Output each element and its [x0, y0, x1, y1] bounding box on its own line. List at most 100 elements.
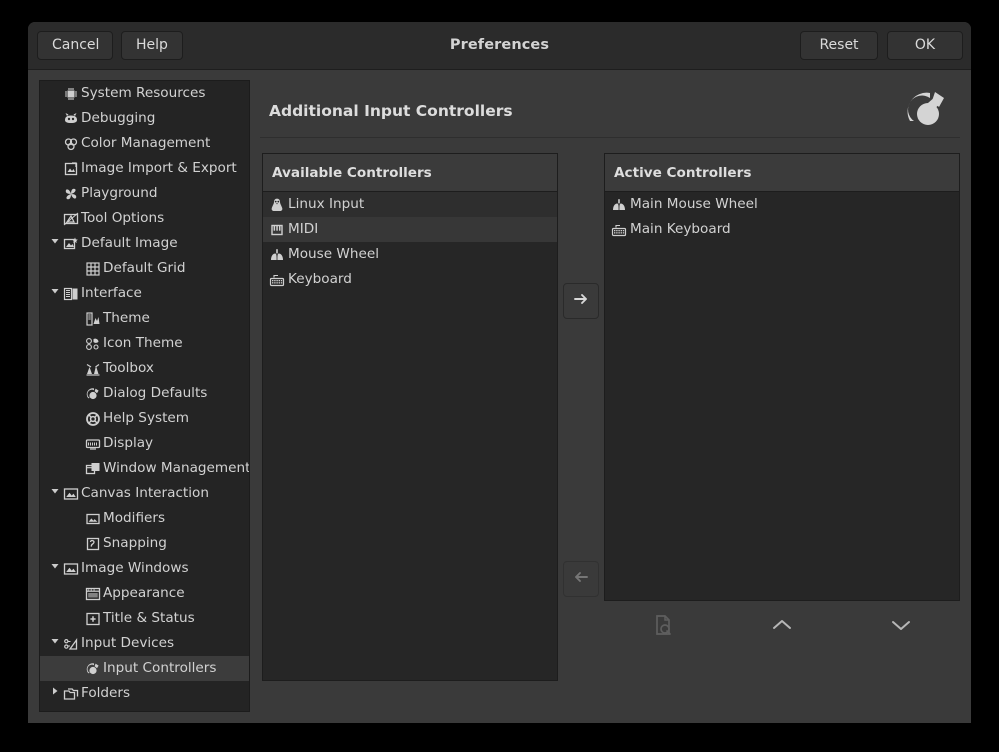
help-button[interactable]: Help [121, 31, 183, 60]
add-controller-button[interactable] [563, 283, 599, 319]
configure-document-icon[interactable] [604, 605, 723, 645]
arrow-left-icon [572, 568, 590, 590]
sidebar-item-label: Playground [81, 181, 249, 206]
sidebar-item-label: Image Import & Export [81, 156, 249, 181]
sidebar-item-image-windows[interactable]: Image Windows [40, 556, 249, 581]
list-item[interactable]: Main Keyboard [605, 217, 959, 242]
dialog-titlebar: Preferences Cancel Help Reset OK [28, 22, 971, 70]
chevron-down-icon[interactable] [48, 631, 62, 656]
list-item[interactable]: Linux Input [263, 192, 557, 217]
sidebar-item-input-controllers[interactable]: Input Controllers [40, 656, 249, 681]
modifiers-icon [84, 511, 101, 527]
arrow-right-icon [572, 290, 590, 312]
sidebar-item-label: Dialog Defaults [103, 381, 249, 406]
chevron-up-icon[interactable] [723, 605, 842, 645]
list-item-label: MIDI [288, 217, 318, 242]
grid-icon [84, 261, 101, 277]
available-controllers-panel: Available Controllers Linux InputMIDIMou… [262, 153, 558, 681]
list-item-label: Main Keyboard [630, 217, 731, 242]
sidebar-item-label: Icon Theme [103, 331, 249, 356]
list-item[interactable]: MIDI [263, 217, 557, 242]
sidebar-item-label: Toolbox [103, 356, 249, 381]
theme-icon [84, 311, 101, 327]
title-status-icon [84, 611, 101, 627]
list-item[interactable]: Keyboard [263, 267, 557, 292]
list-item-label: Keyboard [288, 267, 352, 292]
pinwheel-icon [62, 186, 79, 202]
bug-wilber-icon [62, 111, 79, 127]
sidebar-item-canvas-interaction[interactable]: Canvas Interaction [40, 481, 249, 506]
input-devices-icon [62, 636, 79, 652]
dial-knob-icon [84, 661, 101, 677]
sidebar-item-label: Image Windows [81, 556, 249, 581]
sidebar-item-help-system[interactable]: Help System [40, 406, 249, 431]
sidebar-item-playground[interactable]: Playground [40, 181, 249, 206]
sidebar-item-label: Input Controllers [103, 656, 249, 681]
sidebar-item-input-devices[interactable]: Input Devices [40, 631, 249, 656]
sidebar-item-image-import-export[interactable]: Image Import & Export [40, 156, 249, 181]
sidebar-item-label: Default Image [81, 231, 249, 256]
chevron-down-icon[interactable] [48, 556, 62, 581]
windows-icon [84, 461, 101, 477]
default-image-icon [62, 236, 79, 252]
preferences-content-pane: Additional Input Controllers Available C… [260, 80, 960, 712]
list-item-label: Linux Input [288, 192, 364, 217]
active-controllers-header: Active Controllers [605, 154, 959, 192]
chevron-down-icon[interactable] [841, 605, 960, 645]
sidebar-item-label: Canvas Interaction [81, 481, 249, 506]
sidebar-item-default-grid[interactable]: Default Grid [40, 256, 249, 281]
monitor-icon [84, 436, 101, 452]
sidebar-item-interface[interactable]: Interface [40, 281, 249, 306]
sidebar-item-label: Default Grid [103, 256, 249, 281]
sidebar-item-display[interactable]: Display [40, 431, 249, 456]
sidebar-item-color-management[interactable]: Color Management [40, 131, 249, 156]
list-item[interactable]: Mouse Wheel [263, 242, 557, 267]
sidebar-item-default-image[interactable]: Default Image [40, 231, 249, 256]
page-header: Additional Input Controllers [260, 80, 960, 138]
list-item-label: Main Mouse Wheel [630, 192, 758, 217]
chevron-right-icon[interactable] [48, 681, 62, 706]
sidebar-item-label: Title & Status [103, 606, 249, 631]
sidebar-item-window-management[interactable]: Window Management [40, 456, 249, 481]
list-item[interactable]: Main Mouse Wheel [605, 192, 959, 217]
cancel-button[interactable]: Cancel [37, 31, 113, 60]
available-controllers-list[interactable]: Linux InputMIDIMouse WheelKeyboard [263, 192, 557, 292]
chevron-down-icon[interactable] [48, 481, 62, 506]
snapping-icon [84, 536, 101, 552]
sidebar-item-modifiers[interactable]: Modifiers [40, 506, 249, 531]
tool-options-icon [62, 211, 79, 227]
chevron-down-icon[interactable] [48, 281, 62, 306]
cpu-chip-icon [62, 86, 79, 102]
active-controllers-panel: Active Controllers Main Mouse WheelMain … [604, 153, 960, 601]
keyboard-icon [610, 222, 627, 238]
chevron-down-icon[interactable] [48, 231, 62, 256]
reset-button[interactable]: Reset [800, 31, 878, 60]
interface-icon [62, 286, 79, 302]
dial-knob-icon [84, 386, 101, 402]
sidebar-item-label: System Resources [81, 81, 249, 106]
ok-button[interactable]: OK [887, 31, 963, 60]
sidebar-item-tool-options[interactable]: Tool Options [40, 206, 249, 231]
sidebar-item-title-status[interactable]: Title & Status [40, 606, 249, 631]
sidebar-item-icon-theme[interactable]: Icon Theme [40, 331, 249, 356]
canvas-icon [62, 561, 79, 577]
preferences-nav-tree[interactable]: System ResourcesDebuggingColor Managemen… [39, 80, 250, 712]
sidebar-item-dialog-defaults[interactable]: Dialog Defaults [40, 381, 249, 406]
sidebar-item-folders[interactable]: Folders [40, 681, 249, 706]
active-controllers-toolbar [604, 605, 960, 645]
sidebar-item-label: Folders [81, 681, 249, 706]
active-controllers-list[interactable]: Main Mouse WheelMain Keyboard [605, 192, 959, 242]
lifering-icon [84, 411, 101, 427]
sidebar-item-label: Snapping [103, 531, 249, 556]
sidebar-item-label: Help System [103, 406, 249, 431]
remove-controller-button[interactable] [563, 561, 599, 597]
sidebar-item-theme[interactable]: Theme [40, 306, 249, 331]
sidebar-item-system-resources[interactable]: System Resources [40, 81, 249, 106]
sidebar-item-appearance[interactable]: Appearance [40, 581, 249, 606]
icon-theme-icon [84, 336, 101, 352]
mouse-wheel-icon [268, 247, 285, 263]
dial-knob-icon [902, 85, 952, 131]
sidebar-item-snapping[interactable]: Snapping [40, 531, 249, 556]
sidebar-item-toolbox[interactable]: Toolbox [40, 356, 249, 381]
sidebar-item-debugging[interactable]: Debugging [40, 106, 249, 131]
